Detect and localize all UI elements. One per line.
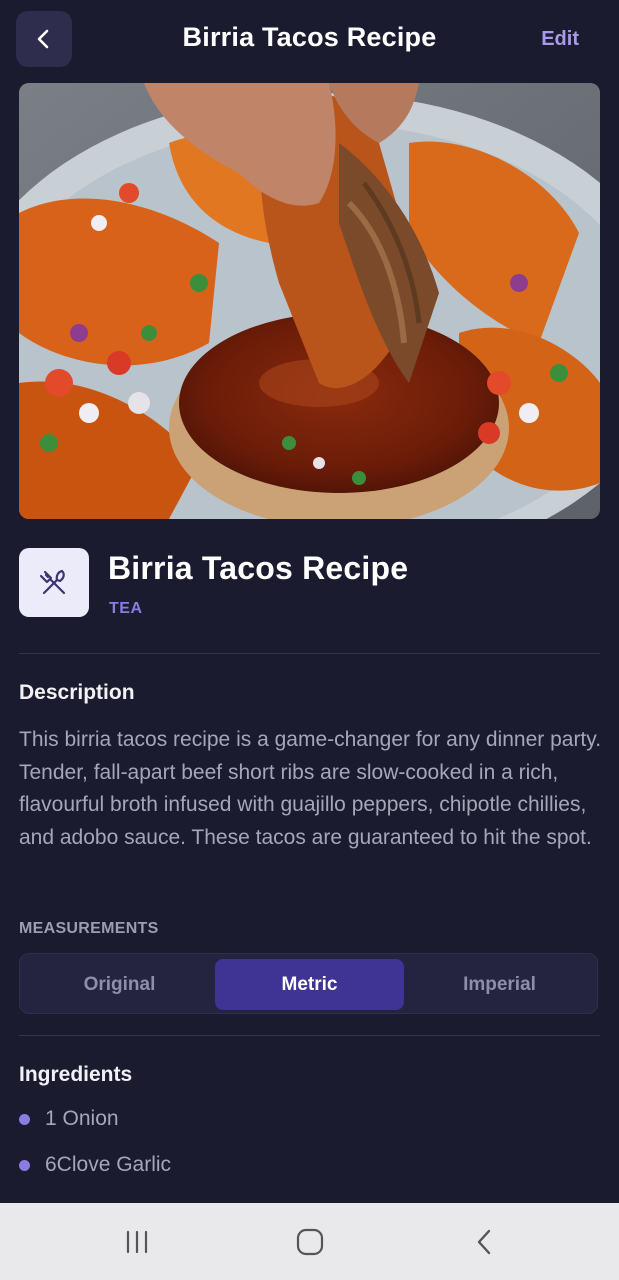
edit-button[interactable]: Edit bbox=[541, 28, 579, 51]
home-icon bbox=[296, 1228, 324, 1256]
description-heading: Description bbox=[19, 681, 135, 704]
ingredient-item: 1 Onion bbox=[19, 1107, 119, 1131]
recents-icon bbox=[126, 1230, 148, 1254]
measurements-label: MEASUREMENTS bbox=[19, 920, 159, 937]
ingredient-text: 1 Onion bbox=[45, 1107, 119, 1130]
description-text: This birria tacos recipe is a game-chang… bbox=[19, 728, 602, 849]
system-back-button[interactable] bbox=[454, 1219, 514, 1265]
bullet-dot bbox=[19, 1159, 30, 1171]
measurement-option-metric[interactable]: Metric bbox=[215, 959, 404, 1010]
recipe-screen: Birria Tacos Recipe Edit Birria Tacos Re… bbox=[0, 0, 619, 1280]
ingredient-item: 6Clove Garlic bbox=[19, 1153, 171, 1177]
bullet-dot bbox=[19, 1113, 30, 1125]
top-bar: Birria Tacos Recipe Edit bbox=[0, 0, 619, 80]
page-title: Birria Tacos Recipe bbox=[182, 22, 437, 52]
system-navigation-bar bbox=[0, 1203, 619, 1280]
ingredients-heading: Ingredients bbox=[19, 1063, 133, 1086]
divider bbox=[19, 653, 600, 654]
back-icon bbox=[477, 1229, 491, 1255]
recipe-category: TEA bbox=[109, 600, 143, 617]
measurement-option-original[interactable]: Original bbox=[25, 959, 214, 1010]
ingredient-text: 6Clove Garlic bbox=[45, 1153, 172, 1176]
utensils-crossed-icon bbox=[39, 569, 66, 594]
recipe-title: Birria Tacos Recipe bbox=[108, 550, 409, 586]
recipe-hero-image bbox=[19, 83, 600, 519]
measurement-toggle: Original Metric Imperial bbox=[19, 953, 598, 1014]
recipe-icon-tile bbox=[19, 548, 89, 617]
divider bbox=[19, 1035, 600, 1036]
measurement-option-imperial[interactable]: Imperial bbox=[405, 959, 594, 1010]
recents-button[interactable] bbox=[107, 1219, 167, 1265]
home-button[interactable] bbox=[280, 1219, 340, 1265]
